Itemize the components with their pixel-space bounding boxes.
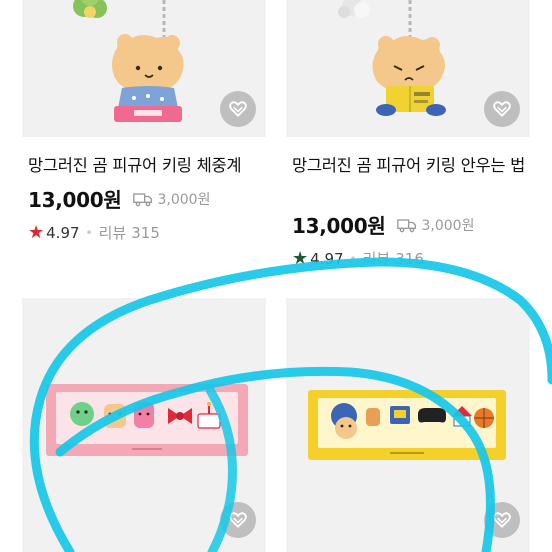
product-title-2[interactable]: 망그러진 곰 피규어 키링 안우는 법 <box>292 152 530 179</box>
rating-row-1: ★ 4.97 • 리뷰 315 <box>28 222 160 243</box>
review-label-1: 리뷰 <box>98 224 127 242</box>
product-image-1[interactable] <box>22 0 266 137</box>
product-price-2: 13,000원 <box>292 214 386 238</box>
heart-icon <box>493 512 511 528</box>
separator-dot: • <box>85 225 93 240</box>
product-image-3[interactable] <box>22 298 266 552</box>
truck-icon <box>133 192 153 206</box>
product-image-2[interactable] <box>286 0 530 137</box>
wishlist-button-1[interactable] <box>220 91 256 127</box>
rating-value-1: 4.97 <box>46 223 80 242</box>
review-count-2: 316 <box>395 249 424 268</box>
price-row-1: 13,000원 3,000원 <box>28 184 210 213</box>
product-image-4[interactable] <box>286 298 530 552</box>
shipping-fee-text-1: 3,000원 <box>157 191 211 208</box>
product-title-1[interactable]: 망그러진 곰 피규어 키링 체중계 <box>28 152 272 179</box>
rating-row-2: ★ 4.97 • 리뷰 316 <box>292 248 424 269</box>
separator-dot: • <box>349 251 357 266</box>
shipping-fee-text-2: 3,000원 <box>421 217 475 234</box>
star-icon: ★ <box>28 222 45 243</box>
heart-icon <box>229 101 247 117</box>
price-row-2: 13,000원 3,000원 <box>292 210 474 239</box>
review-label-2: 리뷰 <box>362 250 391 268</box>
shipping-fee-2: 3,000원 <box>397 215 474 235</box>
heart-icon <box>493 101 511 117</box>
rating-value-2: 4.97 <box>310 249 344 268</box>
wishlist-button-4[interactable] <box>484 502 520 538</box>
review-count-1: 315 <box>131 223 160 242</box>
heart-icon <box>229 512 247 528</box>
wishlist-button-3[interactable] <box>220 502 256 538</box>
truck-icon <box>397 218 417 232</box>
wishlist-button-2[interactable] <box>484 91 520 127</box>
star-icon: ★ <box>292 248 309 269</box>
shipping-fee-1: 3,000원 <box>133 189 210 209</box>
product-price-1: 13,000원 <box>28 188 122 212</box>
